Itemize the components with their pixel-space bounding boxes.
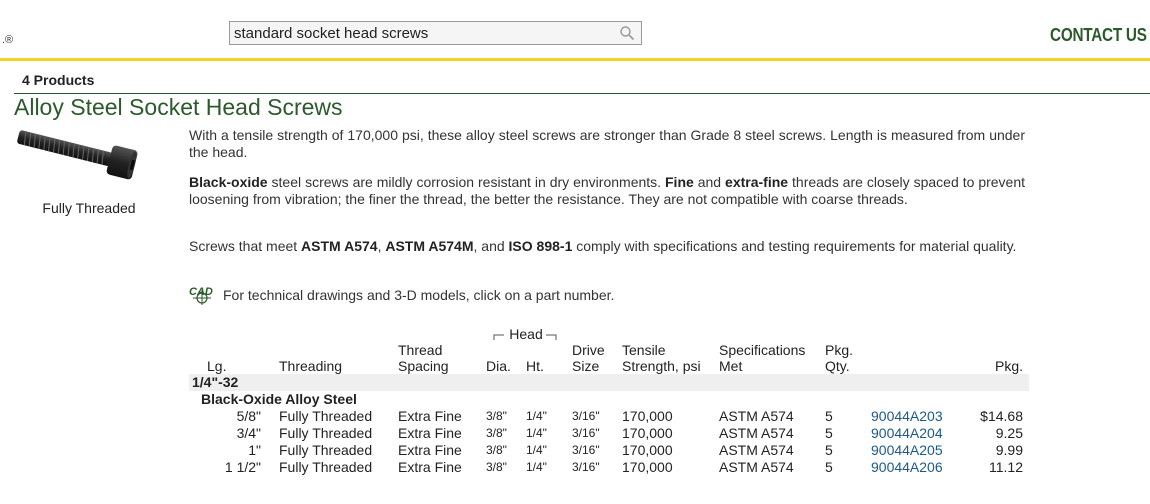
col-lg[interactable]: Lg. <box>189 342 279 374</box>
cell-specifications: ASTM A574 <box>719 459 794 475</box>
text-span: comply with specifications and testing r… <box>572 238 1017 254</box>
description-tensile: With a tensile strength of 170,000 psi, … <box>189 127 1025 160</box>
cell-thread-spacing: Extra Fine <box>398 459 462 475</box>
cell-pkg-qty: 5 <box>825 408 833 424</box>
cell-drive-size: 3/16" <box>572 409 600 423</box>
col-thread-spacing[interactable]: Thread Spacing <box>398 342 486 374</box>
col-tensile[interactable]: Tensile Strength, psi <box>622 342 719 374</box>
cell-price: $14.68 <box>980 408 1023 424</box>
table-row[interactable]: 3/4" Fully Threaded Extra Fine 3/8" 1/4" 3/16… <box>189 425 1029 442</box>
screw-image[interactable] <box>12 124 140 182</box>
text-astm-a574: ASTM A574 <box>301 238 378 254</box>
cell-drive-size: 3/16" <box>572 460 600 474</box>
search-box[interactable] <box>229 21 642 45</box>
table-header-row: Lg. Threading Thread Spacing Dia. Ht. Dr… <box>189 342 1029 374</box>
head-group-label: Head <box>509 326 542 342</box>
table-row[interactable]: 5/8" Fully Threaded Extra Fine 3/8" 1/4" 3/16… <box>189 408 1029 425</box>
col-part <box>871 342 967 374</box>
cell-head-ht: 1/4" <box>526 426 547 440</box>
cell-tensile: 170,000 <box>622 442 673 458</box>
product-table: Head Lg. Threading Thread Spacing Dia. H… <box>189 322 1029 476</box>
cad-icon: CAD <box>189 286 213 305</box>
header-head-group: Head <box>486 322 572 342</box>
part-number-link[interactable]: 90044A204 <box>871 425 967 442</box>
cell-price: 9.25 <box>995 425 1023 441</box>
site-header: .® CONTACT US <box>0 0 1150 61</box>
text-span: Screws that meet <box>189 238 302 254</box>
cell-specifications: ASTM A574 <box>719 442 794 458</box>
header-spacer <box>572 322 1029 342</box>
subgroup-material: Black-Oxide Alloy Steel <box>201 391 357 407</box>
part-number-link[interactable]: 90044A206 <box>871 459 967 476</box>
cell-length: 1" <box>248 442 261 458</box>
cell-head-ht: 1/4" <box>526 443 547 457</box>
head-group-bracket: Head <box>493 326 557 342</box>
col-specifications[interactable]: Specifications Met <box>719 342 825 374</box>
cad-instructions: For technical drawings and 3-D models, c… <box>223 287 615 303</box>
text-black-oxide: Black-oxide <box>189 174 268 190</box>
table-row[interactable]: 1 1/2" Fully Threaded Extra Fine 3/8" 1/4" 3/… <box>189 459 1029 476</box>
cell-pkg-qty: 5 <box>825 425 833 441</box>
search-icon[interactable] <box>619 25 635 41</box>
cell-threading: Fully Threaded <box>279 425 373 441</box>
cell-threading: Fully Threaded <box>279 459 373 475</box>
product-count: 4 Products <box>22 72 95 88</box>
cell-thread-spacing: Extra Fine <box>398 425 462 441</box>
text-iso-898-1: ISO 898-1 <box>508 238 573 254</box>
search-input[interactable] <box>234 24 614 42</box>
table-header-group-row: Head <box>189 322 1029 342</box>
col-pkg-qty[interactable]: Pkg. Qty. <box>825 342 871 374</box>
col-head-ht[interactable]: Ht. <box>526 342 572 374</box>
cell-pkg-qty: 5 <box>825 459 833 475</box>
cell-pkg-qty: 5 <box>825 442 833 458</box>
text-span: steel screws are mildly corrosion resist… <box>267 174 665 190</box>
cell-price: 9.99 <box>995 442 1023 458</box>
part-number-link[interactable]: 90044A205 <box>871 442 967 459</box>
thumbnail-label[interactable]: Fully Threaded <box>14 200 164 216</box>
table-subgroup-row: Black-Oxide Alloy Steel <box>189 391 1029 408</box>
col-head-dia[interactable]: Dia. <box>486 342 526 374</box>
cell-head-ht: 1/4" <box>526 460 547 474</box>
description-finish: Black-oxide steel screws are mildly corr… <box>189 174 1025 208</box>
cell-threading: Fully Threaded <box>279 442 373 458</box>
col-threading[interactable]: Threading <box>279 342 398 374</box>
col-drive-size[interactable]: Drive Size <box>572 342 622 374</box>
contact-us-link[interactable]: CONTACT US <box>1050 25 1147 46</box>
cell-drive-size: 3/16" <box>572 443 600 457</box>
cell-head-dia: 3/8" <box>486 460 507 474</box>
text-fine: Fine <box>665 174 694 190</box>
group-thread-size: 1/4"-32 <box>189 374 1029 391</box>
text-astm-a574m: ASTM A574M <box>385 238 474 254</box>
text-span: , and <box>473 238 509 254</box>
cell-specifications: ASTM A574 <box>719 425 794 441</box>
table-row[interactable]: 1" Fully Threaded Extra Fine 3/8" 1/4" 3/16" 1… <box>189 442 1029 459</box>
cell-threading: Fully Threaded <box>279 408 373 424</box>
cell-head-dia: 3/8" <box>486 409 507 423</box>
cell-specifications: ASTM A574 <box>719 408 794 424</box>
cell-length: 3/4" <box>236 425 261 441</box>
cell-tensile: 170,000 <box>622 459 673 475</box>
text-span: and <box>693 174 726 190</box>
cell-price: 11.12 <box>989 459 1023 475</box>
cell-length: 5/8" <box>236 408 261 424</box>
logo-mark: .® <box>2 34 14 46</box>
header-spacer <box>189 322 486 342</box>
product-family-title[interactable]: Alloy Steel Socket Head Screws <box>14 94 343 121</box>
description-standards: Screws that meet ASTM A574, ASTM A574M, … <box>189 238 1025 255</box>
cell-length: 1 1/2" <box>224 459 261 475</box>
svg-text:CAD: CAD <box>189 286 213 298</box>
text-extra-fine: extra-fine <box>725 174 789 190</box>
cell-tensile: 170,000 <box>622 408 673 424</box>
cell-tensile: 170,000 <box>622 425 673 441</box>
cell-head-ht: 1/4" <box>526 409 547 423</box>
col-pkg-price[interactable]: Pkg. <box>967 342 1029 374</box>
table-group-row: 1/4"-32 <box>189 374 1029 391</box>
cell-head-dia: 3/8" <box>486 443 507 457</box>
cell-head-dia: 3/8" <box>486 426 507 440</box>
cell-thread-spacing: Extra Fine <box>398 442 462 458</box>
part-number-link[interactable]: 90044A203 <box>871 408 967 425</box>
cell-drive-size: 3/16" <box>572 426 600 440</box>
cell-thread-spacing: Extra Fine <box>398 408 462 424</box>
